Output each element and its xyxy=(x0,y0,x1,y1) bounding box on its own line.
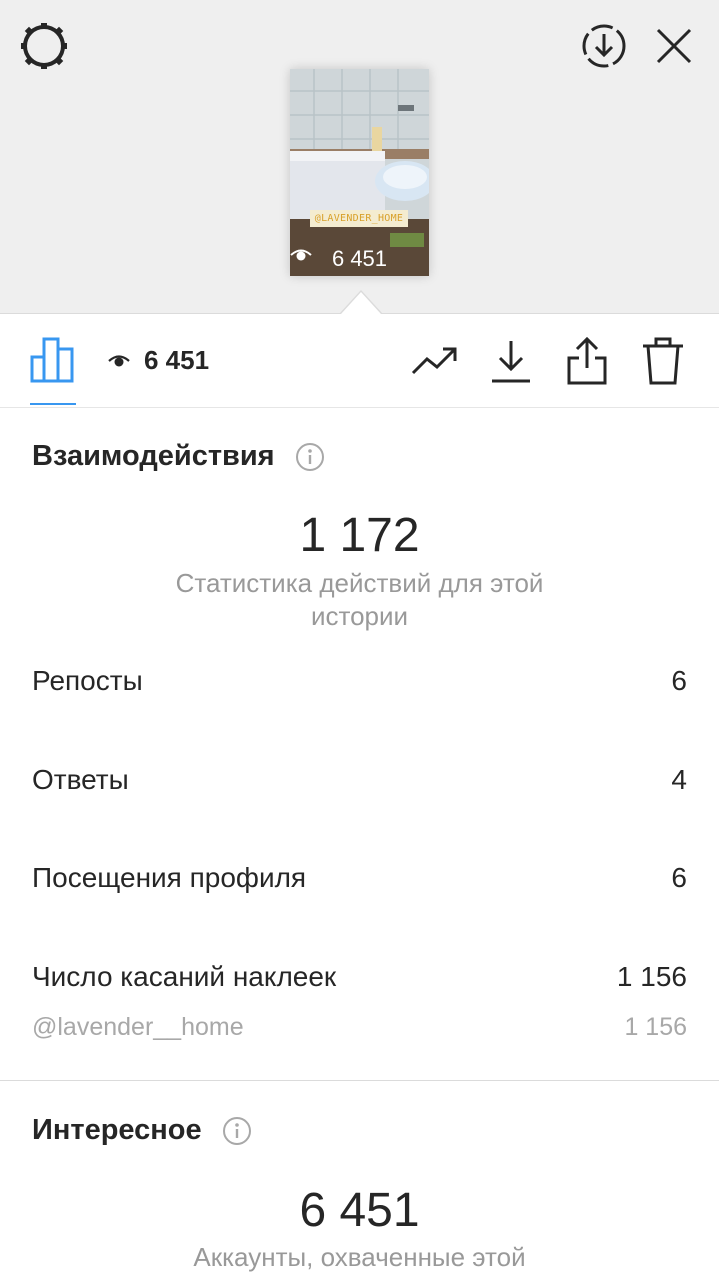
delete-button[interactable] xyxy=(638,335,688,387)
stat-label: Ответы xyxy=(32,764,129,795)
stat-row-shares: Репосты 6 xyxy=(32,661,687,701)
download-button[interactable] xyxy=(486,335,536,387)
close-icon xyxy=(656,28,692,64)
interactions-section-title: Взаимодействия xyxy=(32,440,325,473)
discovery-section-title: Интересное xyxy=(32,1114,252,1147)
info-icon[interactable] xyxy=(222,1116,252,1146)
story-mention-sticker: @LAVENDER_HOME xyxy=(310,210,408,227)
story-views-count: 6 451 xyxy=(331,246,388,271)
caret-pointer xyxy=(341,292,381,314)
interactions-title: Взаимодействия xyxy=(32,440,275,472)
download-circle-icon xyxy=(582,24,626,68)
settings-gear-icon xyxy=(21,23,67,69)
section-divider xyxy=(0,1080,719,1081)
share-button[interactable] xyxy=(562,335,612,387)
stat-label: @lavender__home xyxy=(32,1012,244,1041)
trash-icon xyxy=(643,337,683,385)
tab-insights[interactable] xyxy=(28,335,78,407)
stat-label: Число касаний наклеек xyxy=(32,961,337,992)
share-icon xyxy=(567,336,607,385)
info-icon[interactable] xyxy=(295,442,325,472)
stat-row-sticker-mention: @lavender__home 1 156 xyxy=(32,1007,687,1047)
eye-icon xyxy=(108,355,130,367)
discovery-caption: Аккаунты, охваченные этой xyxy=(193,1242,526,1272)
story-thumbnail[interactable]: @LAVENDER_HOME 6 451 xyxy=(290,69,429,276)
stat-row-sticker-taps: Число касаний наклеек 1 156 xyxy=(32,957,687,997)
eye-icon xyxy=(290,249,312,261)
stat-row-replies: Ответы 4 xyxy=(32,760,687,800)
settings-button[interactable] xyxy=(18,20,70,72)
insights-toolbar: 6 451 xyxy=(0,313,719,408)
viewers-count: 6 451 xyxy=(144,344,210,375)
stat-value: 6 xyxy=(671,862,687,893)
stat-label: Посещения профиля xyxy=(32,862,307,893)
trend-up-icon xyxy=(411,347,457,375)
active-tab-indicator xyxy=(30,403,76,405)
close-button[interactable] xyxy=(648,20,700,72)
stat-value: 1 156 xyxy=(624,1012,687,1041)
save-story-button[interactable] xyxy=(578,20,630,72)
stat-value: 6 xyxy=(671,665,687,696)
bar-chart-icon xyxy=(30,337,74,383)
download-icon xyxy=(492,341,530,383)
interactions-caption: Статистика действий для этой истории xyxy=(175,568,544,631)
discovery-total: 6 451 xyxy=(299,1184,420,1237)
stat-row-profile-visits: Посещения профиля 6 xyxy=(32,858,687,898)
stat-value: 4 xyxy=(671,764,687,795)
promote-button[interactable] xyxy=(410,335,460,387)
stat-value: 1 156 xyxy=(616,961,687,992)
story-views-overlay: 6 451 xyxy=(290,246,429,272)
discovery-title: Интересное xyxy=(32,1114,202,1146)
story-preview-area: @LAVENDER_HOME 6 451 xyxy=(0,0,719,314)
stat-label: Репосты xyxy=(32,665,143,696)
story-photo xyxy=(290,69,429,276)
viewers-tab[interactable]: 6 451 xyxy=(108,343,209,377)
interactions-total: 1 172 xyxy=(299,509,420,562)
